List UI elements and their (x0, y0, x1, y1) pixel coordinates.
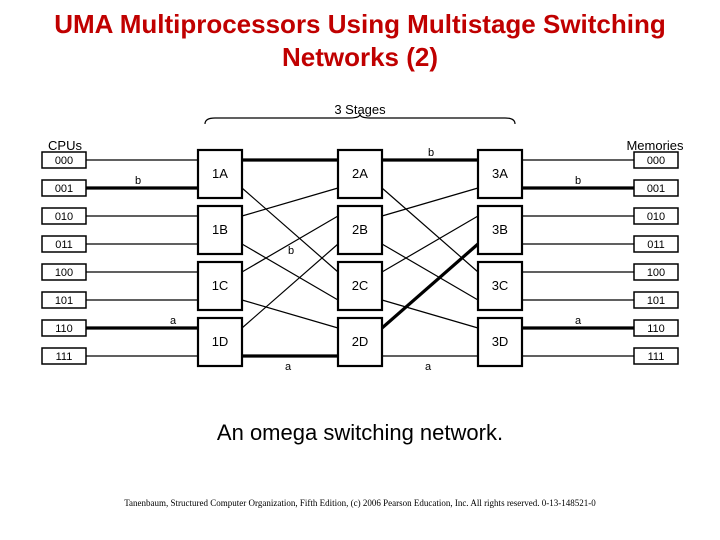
svg-text:100: 100 (55, 267, 73, 279)
svg-text:110: 110 (647, 323, 665, 335)
svg-text:3B: 3B (492, 222, 508, 237)
svg-text:2B: 2B (352, 222, 368, 237)
label-b-3: b (428, 147, 434, 159)
svg-text:3D: 3D (492, 334, 509, 349)
cpu-boxes: 000 001 010 011 100 101 110 111 (42, 152, 86, 364)
label-b-1: b (135, 175, 141, 187)
title-line2: Networks (2) (282, 42, 438, 72)
s23-lines (382, 160, 478, 356)
label-a-2: a (285, 361, 292, 373)
svg-text:010: 010 (647, 211, 665, 223)
stage3-switches: 3A 3B 3C 3D (478, 150, 522, 366)
omega-diagram: 3 Stages CPUs Memories 000 001 010 011 1… (30, 100, 690, 400)
title-line1: UMA Multiprocessors Using Multistage Swi… (54, 9, 666, 39)
svg-text:3C: 3C (492, 278, 509, 293)
page-title: UMA Multiprocessors Using Multistage Swi… (0, 0, 720, 73)
svg-text:3A: 3A (492, 166, 508, 181)
label-b-4: b (575, 175, 581, 187)
svg-text:2A: 2A (352, 166, 368, 181)
svg-text:100: 100 (647, 267, 665, 279)
svg-text:111: 111 (56, 351, 73, 363)
svg-text:1C: 1C (212, 278, 229, 293)
caption: An omega switching network. (0, 420, 720, 446)
label-a-1: a (170, 315, 177, 327)
label-a-3: a (425, 361, 432, 373)
label-b-2: b (288, 245, 294, 257)
svg-text:000: 000 (55, 155, 73, 167)
svg-text:000: 000 (647, 155, 665, 167)
cpus-header: CPUs (48, 138, 82, 153)
svg-text:001: 001 (647, 183, 665, 195)
svg-text:011: 011 (55, 239, 73, 251)
svg-text:1B: 1B (212, 222, 228, 237)
svg-text:1D: 1D (212, 334, 229, 349)
memory-boxes: 000 001 010 011 100 101 110 111 (634, 152, 678, 364)
s12-lines (242, 160, 338, 356)
svg-text:011: 011 (647, 239, 665, 251)
svg-text:110: 110 (55, 323, 73, 335)
svg-text:111: 111 (648, 351, 665, 363)
memories-header: Memories (626, 138, 684, 153)
svg-text:101: 101 (55, 295, 73, 307)
svg-text:010: 010 (55, 211, 73, 223)
stage1-switches: 1A 1B 1C 1D (198, 150, 242, 366)
stage2-switches: 2A 2B 2C 2D (338, 150, 382, 366)
svg-text:1A: 1A (212, 166, 228, 181)
label-a-4: a (575, 315, 582, 327)
svg-text:001: 001 (55, 183, 73, 195)
svg-text:2D: 2D (352, 334, 369, 349)
input-lines (86, 160, 198, 356)
brace-icon (205, 114, 515, 124)
footer-credit: Tanenbaum, Structured Computer Organizat… (0, 498, 720, 508)
svg-text:101: 101 (647, 295, 665, 307)
svg-text:2C: 2C (352, 278, 369, 293)
